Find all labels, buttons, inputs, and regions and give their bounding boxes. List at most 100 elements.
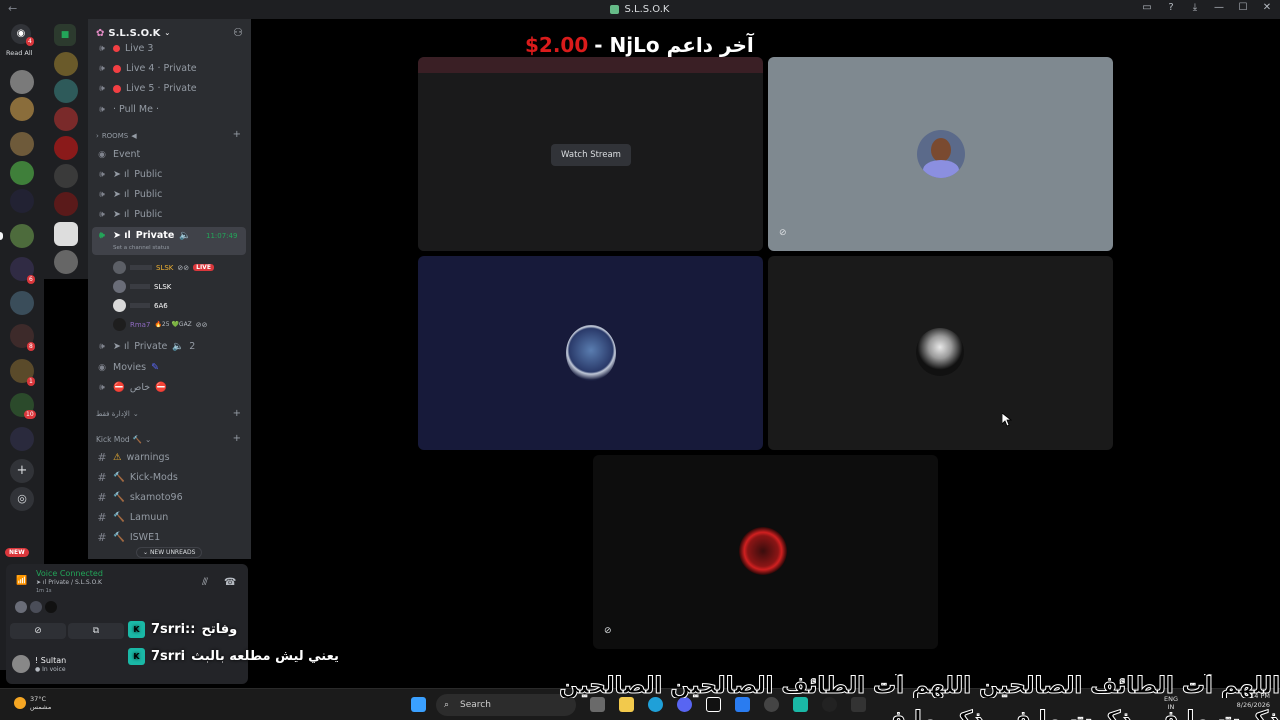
channel-emoji: 🔨 — [113, 532, 125, 543]
server-icon-8[interactable] — [10, 291, 34, 315]
channel-movies[interactable]: ◉ Movies ✎ — [96, 362, 159, 373]
download-icon[interactable]: ⤓ — [1188, 2, 1202, 13]
stage-icon: ◉ — [98, 362, 106, 373]
server-icon-2[interactable] — [10, 97, 34, 121]
channel-kick-mods[interactable]: # 🔨 Kick-Mods — [96, 471, 177, 484]
folder-server-3[interactable] — [54, 107, 78, 131]
kick-icon: K — [128, 621, 145, 638]
channel-label: Live 3 — [125, 43, 154, 54]
help-icon[interactable]: ? — [1164, 2, 1178, 13]
voice-member[interactable]: SLSK ⊘⊘ LIVE — [113, 261, 214, 274]
channel-emoji: 🔨 — [113, 492, 125, 503]
sun-icon — [14, 697, 26, 709]
server-icon-4[interactable] — [10, 161, 34, 185]
channel-live-5[interactable]: 🕪 Live 5 · Private — [96, 83, 197, 94]
new-badge[interactable]: NEW — [5, 548, 29, 557]
channel-live-4[interactable]: 🕪 Live 4 · Private — [96, 63, 197, 74]
avatar — [113, 299, 126, 312]
add-server-icon[interactable]: + — [10, 459, 34, 483]
add-channel-icon[interactable]: + — [233, 129, 241, 140]
channel-lamuun[interactable]: # 🔨 Lamuun — [96, 511, 168, 524]
channel-public-3[interactable]: 🕪 ➤ ıl Public — [96, 209, 162, 220]
channel-event[interactable]: ◉ Event — [96, 149, 140, 160]
category-label: ROOMS — [101, 132, 129, 140]
server-icon-1[interactable] — [10, 70, 34, 94]
channel-iswe1[interactable]: # 🔨 ISWE1 — [96, 531, 160, 544]
invite-icon[interactable]: ⚇ — [233, 26, 243, 39]
channel-public-2[interactable]: 🕪 ➤ ıl Public — [96, 189, 162, 200]
close-button[interactable]: ✕ — [1260, 2, 1274, 13]
channel-public-1[interactable]: 🕪 ➤ ıl Public — [96, 169, 162, 180]
server-icon-6[interactable] — [10, 224, 34, 248]
guild-icon: ✿ — [96, 27, 105, 39]
add-channel-icon[interactable]: + — [233, 433, 241, 444]
channel-label: Public — [134, 209, 163, 220]
video-tile[interactable]: ⊘ — [593, 455, 938, 649]
chat-message: K 7srri يعني ليش مطلعه بالبث — [128, 648, 339, 665]
channel-khas[interactable]: 🕪 ⛔ خاص ⛔ — [96, 382, 167, 393]
video-tile[interactable] — [418, 256, 763, 450]
camera-off-button[interactable]: ⊘ — [10, 623, 66, 639]
inbox-icon[interactable]: ▭ — [1140, 2, 1154, 13]
new-unreads-label: NEW UNREADS — [149, 549, 196, 556]
folder-server-5[interactable] — [54, 164, 78, 188]
noise-suppression-icon[interactable]: ⫻ — [202, 577, 208, 588]
channel-label: Live 5 · Private — [126, 83, 197, 94]
channel-status[interactable]: Set a channel status — [113, 245, 169, 251]
speaker-icon: ◀ — [131, 132, 137, 140]
category-rooms[interactable]: › ROOMS ◀ — [96, 132, 137, 140]
discover-icon[interactable]: ◎ — [10, 487, 34, 511]
voice-status[interactable]: Voice Connected — [36, 569, 103, 578]
server-icon-12[interactable] — [10, 427, 34, 451]
read-all-label[interactable]: Read All — [6, 49, 32, 57]
chat-username: 7srri — [151, 649, 186, 664]
voice-member[interactable]: Rma7 🔥25 💚GAZ ⊘⊘ — [113, 318, 208, 331]
member-name-blur — [130, 265, 152, 270]
back-arrow-icon[interactable]: ← — [8, 2, 17, 15]
server-selected-pill — [0, 232, 3, 240]
kick-icon: K — [128, 648, 145, 665]
member-name-blur — [130, 303, 150, 308]
folder-server-8[interactable] — [54, 250, 78, 274]
folder-server-2[interactable] — [54, 79, 78, 103]
channel-pull-me[interactable]: 🕪 · Pull Me · — [96, 104, 159, 115]
channel-private-2[interactable]: 🕪 ➤ ıl Private 🔈 2 — [96, 341, 195, 352]
voice-member[interactable]: SLSK — [113, 280, 171, 293]
voice-location[interactable]: ➤ ıl Private / S.L.S.O.K — [36, 579, 102, 586]
channel-label: Lamuun — [129, 512, 169, 523]
avatar — [30, 601, 42, 613]
folder-server-4[interactable] — [54, 136, 78, 160]
live-badge: LIVE — [193, 264, 214, 271]
folder-server-6[interactable] — [54, 192, 78, 216]
weather-widget[interactable]: 37°C مشمس — [14, 695, 51, 711]
user-avatar[interactable] — [12, 655, 30, 673]
channel-private-active[interactable]: 🕪 ➤ ıl Private 🔈 — [96, 230, 191, 241]
member-badge-blur: 🔥25 💚GAZ — [154, 321, 192, 328]
member-tag: SLSK — [156, 263, 174, 272]
folder-icon[interactable]: ■ — [54, 24, 76, 46]
server-icon-3[interactable] — [10, 132, 34, 156]
category-admin[interactable]: الإدارة فقط ⌄ — [96, 410, 139, 418]
screen-share-button[interactable]: ⧉ — [68, 623, 124, 639]
channel-skamoto96[interactable]: # 🔨 skamoto96 — [96, 491, 182, 504]
avatar — [113, 280, 126, 293]
disconnect-icon[interactable]: ☎ — [224, 577, 236, 588]
signal-icon: 📶 — [16, 576, 28, 586]
channel-live-3[interactable]: 🕪 Live 3 — [96, 43, 153, 54]
video-tile[interactable] — [768, 256, 1113, 450]
new-unreads-button[interactable]: ⌄ NEW UNREADS — [136, 547, 203, 558]
category-kick-mod[interactable]: Kick Mod 🔨 ⌄ — [96, 435, 151, 444]
voice-member[interactable]: 6A6 — [113, 299, 168, 312]
user-name[interactable]: ! Sultan — [35, 656, 66, 665]
home-badge: 4 — [26, 37, 34, 46]
server-icon-5[interactable] — [10, 189, 34, 213]
channel-warnings[interactable]: # ⚠ warnings — [96, 451, 169, 464]
video-tile[interactable]: ⊘ — [768, 57, 1113, 251]
add-channel-icon[interactable]: + — [233, 408, 241, 419]
watch-stream-button[interactable]: Watch Stream — [551, 144, 631, 166]
minimize-button[interactable]: — — [1212, 2, 1226, 13]
channel-label: Private — [135, 230, 175, 241]
folder-server-7[interactable] — [54, 222, 78, 246]
folder-server-1[interactable] — [54, 52, 78, 76]
maximize-button[interactable]: ☐ — [1236, 2, 1250, 13]
